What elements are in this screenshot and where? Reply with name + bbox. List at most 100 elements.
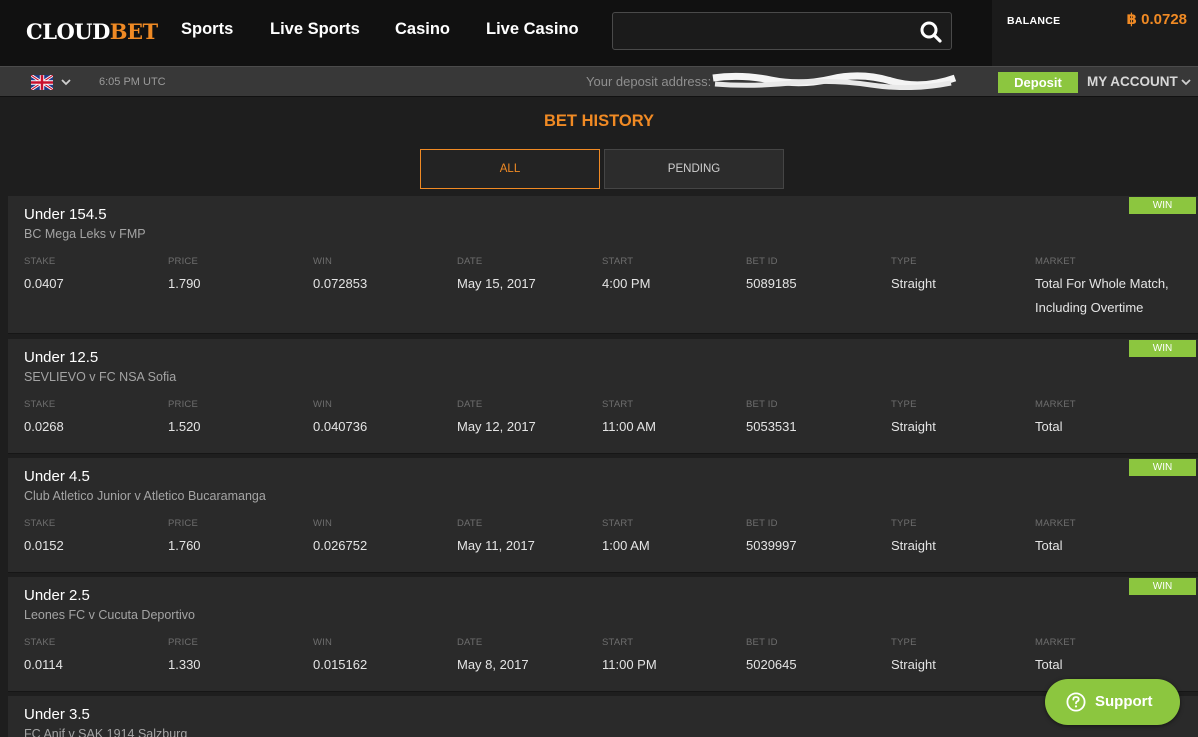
- bet-title: Under 154.5: [24, 206, 107, 223]
- bet-id-label: BET ID: [746, 256, 778, 267]
- price-label: PRICE: [168, 399, 199, 410]
- start-value: 1:00 AM: [602, 538, 650, 553]
- stake-value: 0.0152: [24, 538, 64, 553]
- language-chevron-down-icon[interactable]: [60, 76, 72, 88]
- win-label: WIN: [313, 399, 333, 410]
- bet-id-value: 5089185: [746, 276, 797, 291]
- deposit-button[interactable]: Deposit: [998, 72, 1078, 93]
- win-value: 0.026752: [313, 538, 368, 553]
- date-value: May 12, 2017: [457, 419, 536, 434]
- nav-live-casino[interactable]: Live Casino: [486, 20, 579, 39]
- stake-value: 0.0407: [24, 276, 64, 291]
- type-label: TYPE: [891, 256, 917, 267]
- start-label: START: [602, 637, 634, 648]
- status-badge: WIN: [1129, 578, 1196, 595]
- market-value: Total: [1035, 419, 1063, 434]
- tab-all[interactable]: ALL: [420, 149, 600, 189]
- type-value: Straight: [891, 419, 936, 434]
- start-label: START: [602, 518, 634, 529]
- logo-text-bet: BET: [109, 19, 158, 44]
- status-badge: WIN: [1129, 197, 1196, 214]
- win-label: WIN: [313, 637, 333, 648]
- bet-title: Under 12.5: [24, 349, 99, 366]
- market-value: Total: [1035, 538, 1063, 553]
- stake-label: STAKE: [24, 518, 56, 529]
- type-label: TYPE: [891, 399, 917, 410]
- uk-flag-icon[interactable]: [31, 75, 53, 90]
- type-value: Straight: [891, 538, 936, 553]
- nav-sports[interactable]: Sports: [181, 20, 233, 39]
- start-value: 11:00 AM: [602, 419, 656, 434]
- balance-label: BALANCE: [1007, 15, 1061, 27]
- market-value: Total: [1035, 657, 1063, 672]
- nav-casino[interactable]: Casino: [395, 20, 450, 39]
- bet-card: Under 154.5 BC Mega Leks v FMP WIN STAKE…: [8, 196, 1198, 334]
- start-value: 11:00 PM: [602, 657, 657, 672]
- stake-label: STAKE: [24, 399, 56, 410]
- support-button[interactable]: Support: [1045, 679, 1180, 725]
- cloudbet-logo[interactable]: CLOUDBET: [26, 19, 158, 44]
- market-label: MARKET: [1035, 256, 1076, 267]
- bet-card: Under 3.5 FC Anif v SAK 1914 Salzburg: [8, 696, 1198, 737]
- search-icon[interactable]: [919, 20, 943, 44]
- market-label: MARKET: [1035, 518, 1076, 529]
- bet-card: Under 4.5 Club Atletico Junior v Atletic…: [8, 458, 1198, 573]
- bet-event: FC Anif v SAK 1914 Salzburg: [24, 727, 188, 737]
- bet-id-label: BET ID: [746, 518, 778, 529]
- bet-card: Under 2.5 Leones FC v Cucuta Deportivo W…: [8, 577, 1198, 692]
- market-label: MARKET: [1035, 399, 1076, 410]
- date-label: DATE: [457, 399, 483, 410]
- bet-id-label: BET ID: [746, 637, 778, 648]
- status-badge: WIN: [1129, 340, 1196, 357]
- bet-event: SEVLIEVO v FC NSA Sofia: [24, 370, 177, 384]
- win-label: WIN: [313, 518, 333, 529]
- bet-id-value: 5020645: [746, 657, 797, 672]
- win-value: 0.015162: [313, 657, 368, 672]
- stake-value: 0.0114: [24, 657, 63, 672]
- stake-value: 0.0268: [24, 419, 64, 434]
- start-value: 4:00 PM: [602, 276, 651, 291]
- price-label: PRICE: [168, 637, 199, 648]
- my-account-menu[interactable]: MY ACCOUNT: [1087, 74, 1178, 89]
- bet-card: Under 12.5 SEVLIEVO v FC NSA Sofia WIN S…: [8, 339, 1198, 454]
- support-label: Support: [1095, 693, 1153, 710]
- deposit-address-redacted: [712, 72, 957, 90]
- win-value: 0.040736: [313, 419, 368, 434]
- date-value: May 11, 2017: [457, 538, 535, 553]
- balance-value: ฿ 0.0728: [1126, 11, 1187, 28]
- type-value: Straight: [891, 276, 936, 291]
- win-label: WIN: [313, 256, 333, 267]
- account-chevron-down-icon[interactable]: [1180, 76, 1192, 88]
- price-value: 1.760: [168, 538, 201, 553]
- page-title: BET HISTORY: [543, 112, 654, 130]
- balance-panel: BALANCE ฿ 0.0728: [992, 0, 1198, 66]
- price-value: 1.520: [168, 419, 201, 434]
- price-label: PRICE: [168, 256, 199, 267]
- deposit-address-label: Your deposit address:: [586, 74, 712, 89]
- date-value: May 15, 2017: [457, 276, 536, 291]
- status-badge: WIN: [1129, 459, 1196, 476]
- bet-id-value: 5053531: [746, 419, 797, 434]
- type-value: Straight: [891, 657, 936, 672]
- utc-time: 6:05 PM UTC: [99, 76, 166, 88]
- price-value: 1.330: [168, 657, 201, 672]
- bet-event: BC Mega Leks v FMP: [24, 227, 146, 241]
- date-label: DATE: [457, 518, 483, 529]
- type-label: TYPE: [891, 637, 917, 648]
- search-box: [612, 12, 952, 50]
- top-bar: CLOUDBET Sports Live Sports Casino Live …: [0, 0, 1198, 66]
- price-label: PRICE: [168, 518, 199, 529]
- start-label: START: [602, 256, 634, 267]
- start-label: START: [602, 399, 634, 410]
- nav-live-sports[interactable]: Live Sports: [270, 20, 360, 39]
- bet-id-value: 5039997: [746, 538, 797, 553]
- bet-title: Under 3.5: [24, 706, 90, 723]
- bet-title: Under 4.5: [24, 468, 90, 485]
- stake-label: STAKE: [24, 637, 56, 648]
- date-label: DATE: [457, 637, 483, 648]
- tab-pending[interactable]: PENDING: [604, 149, 784, 189]
- search-input[interactable]: [621, 17, 911, 45]
- bet-event: Club Atletico Junior v Atletico Bucarama…: [24, 489, 266, 503]
- date-label: DATE: [457, 256, 483, 267]
- logo-text-cloud: CLOUD: [26, 19, 110, 44]
